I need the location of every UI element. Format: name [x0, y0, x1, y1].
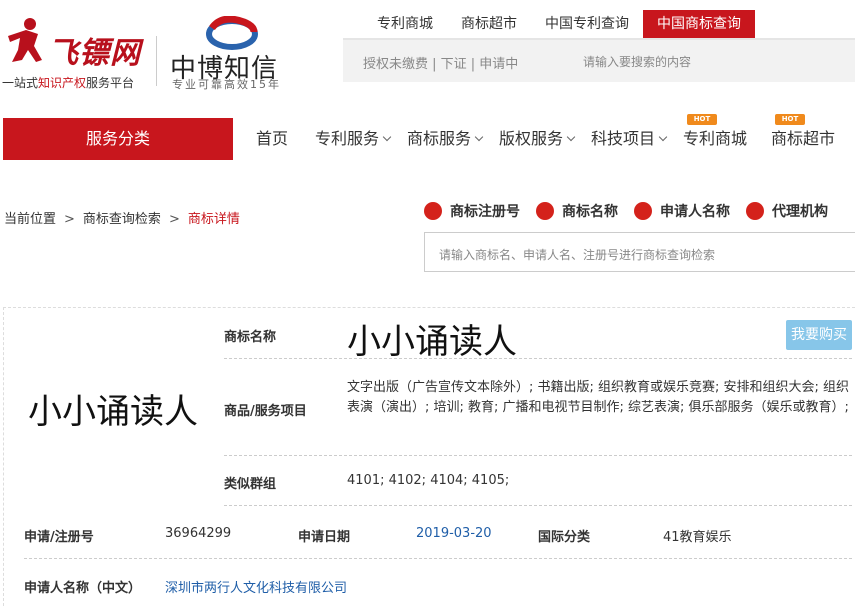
nav-trademark-service[interactable]: 商标服务 [407, 118, 484, 160]
top-search-input[interactable]: 请输入要搜索的内容 [583, 53, 691, 70]
row-divider [24, 558, 852, 559]
main-nav: 服务分类 首页 专利服务 商标服务 版权服务 科技项目 HOT 专利商城 HOT 商… [0, 114, 855, 160]
radio-dot-icon [424, 202, 442, 220]
applicant-label: 申请人名称（中文） [24, 581, 142, 596]
logo-divider [156, 36, 157, 86]
row-divider [224, 455, 852, 456]
top-search-bar: 授权未缴费 | 下证 | 申请中 请输入要搜索的内容 [343, 38, 855, 82]
toplink-trademark-query[interactable]: 中国商标查询 [643, 10, 755, 38]
search-type-applicant[interactable]: 申请人名称 [634, 200, 730, 222]
radio-dot-icon [746, 202, 764, 220]
logo1-name: 飞镖网 [48, 36, 141, 71]
breadcrumb: 当前位置 > 商标查询检索 > 商标详情 [4, 212, 240, 227]
similar-group-label: 类似群组 [224, 477, 277, 492]
nav-trademark-market[interactable]: HOT 商标超市 [771, 114, 835, 160]
zhongbo-logo[interactable]: 中博知信 专业可靠高效15年 [168, 14, 298, 94]
logo1-tagline: 一站式知识产权服务平台 [2, 76, 135, 90]
goods-services-value: 文字出版（广告宣传文本除外）; 书籍出版; 组织教育或娱乐竞赛; 安排和组织大会… [347, 380, 850, 415]
top-links: 专利商城 商标超市 中国专利查询 中国商标查询 [363, 10, 755, 38]
hot-badge: HOT [687, 114, 717, 125]
logo2-tagline: 专业可靠高效15年 [172, 78, 281, 91]
trademark-search-input[interactable]: 请输入商标名、申请人名、注册号进行商标查询检索 [424, 232, 855, 272]
row-divider [224, 358, 852, 359]
breadcrumb-item-search[interactable]: 商标查询检索 [83, 212, 161, 227]
chevron-down-icon [566, 132, 576, 142]
row-divider [224, 505, 852, 506]
toplink-patent-mall[interactable]: 专利商城 [363, 10, 447, 38]
feibiao-logo[interactable]: 飞镖网 一站式知识产权服务平台 [2, 14, 152, 94]
apply-date-value: 2019-03-20 [416, 526, 492, 541]
apply-date-label: 申请日期 [298, 530, 351, 545]
reg-no-value: 36964299 [165, 526, 232, 541]
applicant-link[interactable]: 深圳市两行人文化科技有限公司 [165, 577, 347, 596]
breadcrumb-item-location: 当前位置 [4, 212, 57, 227]
intl-class-value: 41教育娱乐 [663, 530, 732, 545]
chevron-down-icon [474, 132, 484, 142]
radio-dot-icon [536, 202, 554, 220]
similar-group-value: 4101; 4102; 4104; 4105; [347, 473, 510, 488]
name-label: 商标名称 [224, 330, 277, 345]
radio-dot-icon [634, 202, 652, 220]
nav-patent-mall[interactable]: HOT 专利商城 [683, 114, 747, 160]
buy-button[interactable]: 我要购买 [786, 320, 852, 350]
running-man-icon [8, 18, 42, 62]
service-category-button[interactable]: 服务分类 [3, 118, 233, 160]
intl-class-label: 国际分类 [538, 530, 591, 545]
hot-badge: HOT [775, 114, 805, 125]
nav-tech-project[interactable]: 科技项目 [591, 118, 668, 160]
nav-copyright-service[interactable]: 版权服务 [499, 118, 576, 160]
toplink-patent-query[interactable]: 中国专利查询 [531, 10, 643, 38]
patent-status-links[interactable]: 授权未缴费 | 下证 | 申请中 [363, 53, 518, 72]
trademark-name-value: 小小诵读人 [347, 322, 517, 362]
toplink-trademark-market[interactable]: 商标超市 [447, 10, 531, 38]
chevron-down-icon [382, 132, 392, 142]
search-type-name[interactable]: 商标名称 [536, 200, 618, 222]
search-type-selector: 商标注册号 商标名称 申请人名称 代理机构 [424, 200, 844, 222]
chevron-down-icon [658, 132, 668, 142]
breadcrumb-item-current: 商标详情 [187, 212, 240, 227]
goods-label: 商品/服务项目 [224, 404, 307, 419]
search-type-reg-no[interactable]: 商标注册号 [424, 200, 520, 222]
ring-logo-icon [206, 16, 258, 50]
nav-patent-service[interactable]: 专利服务 [315, 118, 392, 160]
search-type-agency[interactable]: 代理机构 [746, 200, 828, 222]
reg-no-label: 申请/注册号 [24, 530, 94, 545]
nav-home[interactable]: 首页 [256, 118, 288, 160]
trademark-image: 小小诵读人 [28, 392, 198, 432]
